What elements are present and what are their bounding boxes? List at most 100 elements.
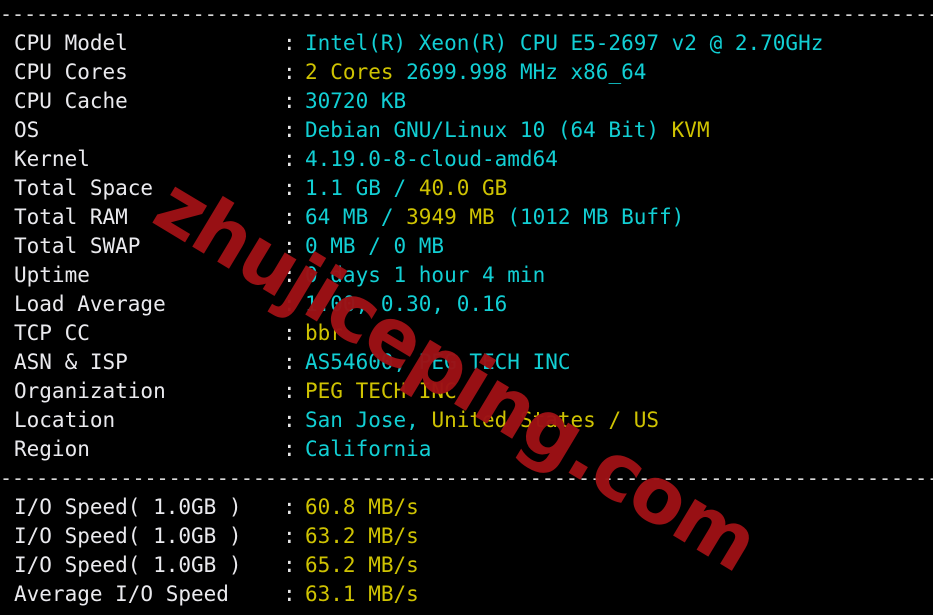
info-label: Organization [14,379,166,403]
info-label: I/O Speed( 1.0GB ) [14,524,242,548]
info-value-segment: (1012 MB Buff) [494,205,685,229]
info-value: PEG TECH INC [305,379,457,403]
info-label: Kernel [14,147,90,171]
info-value-segment: 1.1 GB [305,176,394,200]
info-value: 1.00, 0.30, 0.16 [305,292,507,316]
io-speed-row: I/O Speed( 1.0GB ):65.2 MB/s [0,551,933,580]
info-colon: : [283,176,296,200]
system-info-section: CPU Model: Intel(R) Xeon(R) CPU E5-2697 v… [0,29,933,464]
info-colon: : [283,292,296,316]
info-value-segment: California [305,437,432,461]
system-info-row: OS: Debian GNU/Linux 10 (64 Bit) KVM [0,116,933,145]
info-label: Total SWAP [14,234,141,258]
info-value: 30720 KB [305,89,406,113]
info-colon: : [283,31,296,55]
info-label: CPU Cache [14,89,128,113]
info-value-segment: 0 days 1 hour 4 min [305,263,546,287]
info-label: Region [14,437,90,461]
info-colon: : [283,495,296,519]
system-info-row: Load Average:1.00, 0.30, 0.16 [0,290,933,319]
info-value-segment: PEG TECH INC [305,379,457,403]
info-value-segment: 0 MB / 0 MB [305,234,445,258]
info-colon: : [283,118,296,142]
info-value: 63.1 MB/s [305,582,419,606]
io-speed-row: I/O Speed( 1.0GB ):60.8 MB/s [0,493,933,522]
info-label: Uptime [14,263,90,287]
info-value: 1.1 GB / 40.0 GB [305,176,507,200]
separator-top: ----------------------------------------… [0,2,933,26]
system-info-row: Total SWAP:0 MB / 0 MB [0,232,933,261]
info-value: 0 MB / 0 MB [305,234,444,258]
system-info-row: Organization: PEG TECH INC [0,377,933,406]
info-value: Intel(R) Xeon(R) CPU E5-2697 v2 @ 2.70GH… [305,31,823,55]
info-value-segment: 3949 MB [406,205,495,229]
info-value: AS54600, PEG TECH INC [305,350,571,374]
info-value-segment: 60.8 MB/s [305,495,419,519]
io-speed-row: I/O Speed( 1.0GB ):63.2 MB/s [0,522,933,551]
info-colon: : [283,147,296,171]
system-info-row: TCP CC: bbr [0,319,933,348]
info-value-segment: Intel(R) Xeon(R) CPU E5-2697 v2 @ 2.70GH… [305,31,824,55]
system-info-row: Location: San Jose, United States / US [0,406,933,435]
info-colon: : [283,234,296,258]
info-value: 0 days 1 hour 4 min [305,263,545,287]
info-value-segment: AS54600, PEG TECH INC [305,350,571,374]
info-value: California [305,437,431,461]
info-value: 4.19.0-8-cloud-amd64 [305,147,558,171]
system-info-row: CPU Cache:30720 KB [0,87,933,116]
info-label: Total Space [14,176,154,200]
info-value-segment: Debian GNU/Linux 10 (64 Bit) [305,118,672,142]
terminal-content: ----------------------------------------… [0,0,933,615]
info-label: TCP CC [14,321,90,345]
system-info-row: Total RAM:64 MB / 3949 MB (1012 MB Buff) [0,203,933,232]
info-label: Total RAM [14,205,128,229]
separator-middle: ----------------------------------------… [0,466,933,490]
io-speed-row: Average I/O Speed:63.1 MB/s [0,580,933,609]
info-label: CPU Cores [14,60,128,84]
info-value: 2 Cores 2699.998 MHz x86_64 [305,60,646,84]
info-value-segment: 63.1 MB/s [305,582,419,606]
info-value-segment: United States / US [431,408,660,432]
info-colon: : [283,524,296,548]
info-colon: : [283,379,296,403]
info-value-segment: 2699.998 MHz x86_64 [393,60,647,84]
system-info-row: CPU Cores:2 Cores 2699.998 MHz x86_64 [0,58,933,87]
info-label: I/O Speed( 1.0GB ) [14,495,242,519]
info-value-segment: 65.2 MB/s [305,553,419,577]
info-value-segment: bbr [305,321,343,345]
system-info-row: Region: California [0,435,933,464]
info-value: bbr [305,321,343,345]
info-label: Load Average [14,292,166,316]
info-colon: : [283,89,296,113]
info-label: Location [14,408,116,432]
info-value-segment: 63.2 MB/s [305,524,419,548]
separator-bottom: ----------------------------------------… [0,609,933,615]
info-colon: : [283,437,296,461]
info-colon: : [283,263,296,287]
system-info-row: Kernel:4.19.0-8-cloud-amd64 [0,145,933,174]
info-label: Average I/O Speed [14,582,229,606]
system-info-row: ASN & ISP: AS54600, PEG TECH INC [0,348,933,377]
terminal-window: zhujiceping.com ------------------------… [0,0,933,615]
info-value-segment: 4.19.0-8-cloud-amd64 [305,147,558,171]
system-info-row: CPU Model: Intel(R) Xeon(R) CPU E5-2697 v… [0,29,933,58]
info-colon: : [283,60,296,84]
info-colon: : [283,350,296,374]
io-speed-section: I/O Speed( 1.0GB ):60.8 MB/s I/O Speed( 1… [0,493,933,609]
info-value-segment: 40.0 GB [418,176,508,200]
info-value-segment: 64 MB / [305,205,407,229]
info-colon: : [283,408,296,432]
info-value-segment: / [393,176,419,200]
info-value: 60.8 MB/s [305,495,419,519]
info-label: I/O Speed( 1.0GB ) [14,553,242,577]
system-info-row: Total Space:1.1 GB / 40.0 GB [0,174,933,203]
info-value-segment: KVM [671,118,710,142]
info-value-segment: San Jose, [305,408,432,432]
info-value: 63.2 MB/s [305,524,419,548]
info-label: CPU Model [14,31,128,55]
info-colon: : [283,582,296,606]
info-value-segment: 2 Cores [305,60,394,84]
info-value: 65.2 MB/s [305,553,419,577]
info-value-segment: 30720 KB [305,89,407,113]
info-value: Debian GNU/Linux 10 (64 Bit) KVM [305,118,710,142]
